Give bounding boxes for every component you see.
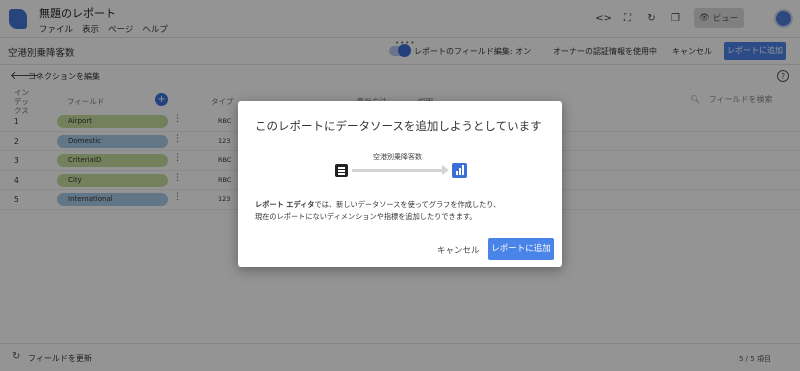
dialog-body: レポート エディタでは、新しいデータソースを使ってグラフを作成したり、 現在のレ…: [255, 199, 500, 223]
dialog-title: このレポートにデータソースを追加しようとしています: [255, 119, 542, 133]
datasource-label: 空港別乗降客数: [373, 153, 422, 161]
dialog-cancel-button[interactable]: キャンセル: [437, 244, 480, 256]
dialog-body-line1: では、新しいデータソースを使ってグラフを作成したり、: [314, 200, 501, 209]
report-editor-term: レポート エディタ: [255, 200, 315, 209]
dialog-add-button[interactable]: レポートに追加: [488, 238, 554, 260]
arrow-right-icon: [352, 165, 449, 175]
bar-chart-icon: [452, 163, 467, 178]
table-icon: [335, 164, 348, 177]
dialog-body-line2: 現在のレポートにないディメンションや指標を追加したりできます。: [255, 212, 477, 221]
add-datasource-dialog: このレポートにデータソースを追加しようとしています 空港別乗降客数 レポート エ…: [238, 101, 562, 267]
